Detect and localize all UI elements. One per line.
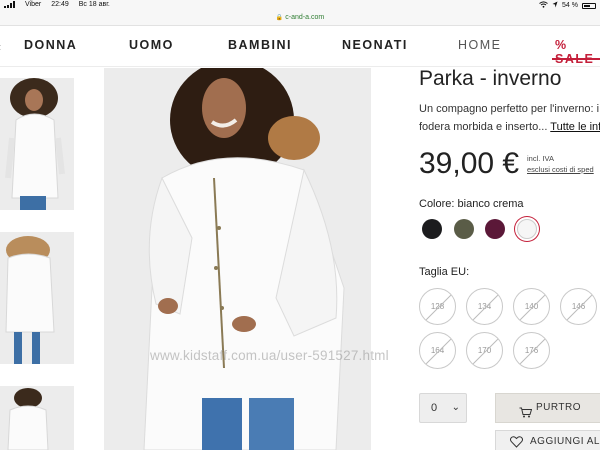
- chevron-down-icon: ⌄: [451, 402, 460, 413]
- thumbnail-back[interactable]: [0, 232, 74, 364]
- add-to-wishlist-label: AGGIUNGI ALLA: [530, 436, 600, 447]
- size-option[interactable]: 128: [419, 288, 456, 325]
- size-option[interactable]: 176: [513, 332, 550, 369]
- product-description: Un compagno perfetto per l'inverno: i fo…: [419, 100, 600, 136]
- size-option[interactable]: 134: [466, 288, 503, 325]
- thumbnail-detail[interactable]: [0, 386, 74, 450]
- wifi-icon: [539, 1, 548, 10]
- product-main-image[interactable]: [104, 68, 371, 450]
- carrier: Viber: [25, 1, 42, 8]
- date: Вс 18 авг.: [78, 1, 110, 8]
- url-bar[interactable]: 🔒 c-and-a.com: [0, 12, 600, 26]
- nav-item-neonati[interactable]: NEONATI: [342, 38, 408, 52]
- color-label: Colore: bianco crema: [419, 198, 524, 210]
- size-label: Taglia EU:: [419, 266, 470, 278]
- cart-icon: [519, 402, 533, 430]
- product-title: Parka - inverno: [419, 67, 562, 90]
- quantity-select[interactable]: 0 ⌄: [419, 393, 467, 423]
- quantity-value: 0: [431, 402, 438, 414]
- heart-icon: [509, 435, 524, 450]
- size-option[interactable]: 146: [560, 288, 597, 325]
- status-bar: Viber 22:49 Вс 18 авг. 54 %: [0, 0, 600, 12]
- chevron-left-icon[interactable]: ‹: [0, 40, 1, 54]
- shipping-link[interactable]: esclusi costi di sped: [527, 164, 594, 175]
- thumbnail-front[interactable]: [0, 78, 74, 210]
- description-line-2: fodera morbida e inserto...: [419, 121, 548, 133]
- location-icon: [552, 1, 558, 10]
- add-to-cart-button[interactable]: PURTRO: [495, 393, 600, 423]
- vat-note: incl. IVA: [527, 154, 554, 163]
- sale-underline: [552, 58, 600, 60]
- color-swatch-bianco-crema[interactable]: [517, 219, 537, 239]
- size-option[interactable]: 140: [513, 288, 550, 325]
- lock-icon: 🔒: [275, 15, 284, 21]
- size-option[interactable]: 164: [419, 332, 456, 369]
- main-nav: ‹ DONNA UOMO BAMBINI NEONATI HOME % SALE: [0, 27, 600, 67]
- nav-item-bambini[interactable]: BAMBINI: [228, 38, 292, 52]
- signal-icon: [4, 1, 15, 8]
- battery-percent: 54 %: [562, 2, 578, 9]
- battery-icon: [582, 2, 596, 9]
- description-line-1: Un compagno perfetto per l'inverno: i: [419, 103, 600, 115]
- color-swatch-black[interactable]: [422, 219, 442, 239]
- color-swatch-burgundy[interactable]: [485, 219, 505, 239]
- product-price: 39,00 €: [419, 147, 520, 180]
- url-domain: c-and-a.com: [285, 14, 325, 21]
- nav-item-donna[interactable]: DONNA: [24, 38, 77, 52]
- nav-item-home[interactable]: HOME: [458, 38, 502, 52]
- nav-item-sale[interactable]: % SALE: [555, 38, 600, 66]
- more-info-link[interactable]: Tutte le info: [550, 121, 600, 133]
- clock: 22:49: [51, 1, 69, 8]
- add-to-wishlist-button[interactable]: AGGIUNGI ALLA: [495, 430, 600, 450]
- size-option[interactable]: 170: [466, 332, 503, 369]
- add-to-cart-label: PURTRO: [536, 402, 582, 413]
- price-notes: incl. IVA esclusi costi di sped: [527, 153, 594, 175]
- nav-item-uomo[interactable]: UOMO: [129, 38, 174, 52]
- color-swatch-olive[interactable]: [454, 219, 474, 239]
